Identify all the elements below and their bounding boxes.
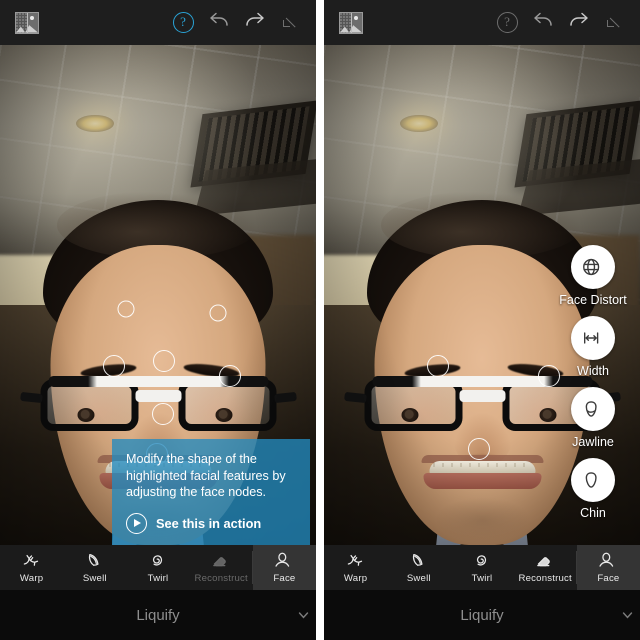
module-bar[interactable]: Liquify (324, 590, 640, 640)
face-control-label-chin: Chin (580, 506, 606, 520)
left-eye-node[interactable] (117, 300, 135, 318)
width-arrows-icon[interactable] (571, 316, 615, 360)
eye-left (77, 408, 94, 422)
tool-label-warp: Warp (19, 573, 44, 584)
warp-icon (345, 551, 367, 571)
left-cheek-node[interactable] (427, 355, 449, 377)
undo-arrow-icon (206, 9, 232, 36)
face-controls-rail: Face Distort Width Jawline Chin (548, 245, 638, 529)
help-button[interactable]: ? (166, 6, 200, 40)
tool-button-swell[interactable]: Swell (387, 545, 450, 590)
tool-button-twirl[interactable]: Twirl (450, 545, 513, 590)
chin-node[interactable] (468, 438, 490, 460)
undo-button[interactable] (526, 6, 560, 40)
globe-grid-icon[interactable] (571, 245, 615, 289)
tool-button-reconstruct[interactable]: Reconstruct (514, 545, 577, 590)
help-circle-icon[interactable]: ? (172, 12, 194, 33)
face-control-chin[interactable]: Chin (548, 458, 638, 520)
mouth (421, 455, 543, 489)
face-person-icon (597, 551, 619, 571)
tool-label-face: Face (273, 573, 296, 584)
mouth-node[interactable] (152, 403, 174, 425)
collapse-diagonal-arrow-icon (607, 15, 623, 31)
right-eye-node[interactable] (209, 304, 227, 322)
tool-button-face[interactable]: Face (252, 545, 316, 590)
warp-icon (21, 551, 43, 571)
tool-button-swell[interactable]: Swell (63, 545, 126, 590)
left-cheek-node[interactable] (103, 355, 125, 377)
redo-button[interactable] (562, 6, 596, 40)
module-title: Liquify (460, 606, 504, 624)
chevron-down-icon[interactable] (297, 609, 310, 627)
twirl-icon (471, 551, 493, 571)
tool-label-twirl: Twirl (147, 573, 169, 584)
tool-button-twirl[interactable]: Twirl (126, 545, 189, 590)
tool-button-face[interactable]: Face (576, 545, 640, 590)
tool-label-twirl: Twirl (471, 573, 493, 584)
see-in-action-button[interactable]: See this in action (126, 512, 296, 534)
play-circle-icon (126, 512, 147, 534)
tool-label-face: Face (597, 573, 620, 584)
see-in-action-label: See this in action (156, 515, 262, 531)
top-toolbar: ? (0, 0, 316, 45)
eraser-icon (534, 551, 556, 571)
coachmark-text: Modify the shape of the highlighted faci… (126, 452, 286, 500)
tool-button-warp[interactable]: Warp (0, 545, 63, 590)
fullscreen-toggle-button[interactable] (598, 6, 632, 40)
jawline-shape-icon[interactable] (571, 387, 615, 431)
tool-strip: Warp Swell Twirl Reconstruct Face (324, 545, 640, 590)
tool-label-swell: Swell (82, 573, 107, 584)
app-root: ? Modify the shape of the highlighted fa… (0, 0, 640, 640)
tool-button-reconstruct[interactable]: Reconstruct (190, 545, 253, 590)
right-cheek-node[interactable] (219, 365, 241, 387)
photo-canvas[interactable]: Face Distort Width Jawline Chin (324, 45, 640, 545)
twirl-icon (147, 551, 169, 571)
chevron-down-icon[interactable] (621, 609, 634, 627)
help-circle-icon[interactable]: ? (496, 12, 518, 33)
chin-area (434, 497, 530, 543)
tool-label-reconstruct: Reconstruct (518, 573, 572, 584)
undo-arrow-icon (530, 9, 556, 36)
fullscreen-toggle-button[interactable] (274, 6, 308, 40)
face-person-icon (273, 551, 295, 571)
swell-icon (84, 551, 106, 571)
coachmark-tooltip: Modify the shape of the highlighted faci… (112, 439, 310, 559)
chin-shape-icon[interactable] (571, 458, 615, 502)
nose-node[interactable] (153, 350, 175, 372)
redo-arrow-icon (242, 9, 268, 36)
face-control-label-jawline: Jawline (572, 435, 614, 449)
compare-image-icon[interactable] (10, 6, 44, 40)
redo-button[interactable] (238, 6, 272, 40)
compare-image-icon[interactable] (334, 6, 368, 40)
eye-left (401, 408, 418, 422)
module-title: Liquify (136, 606, 180, 624)
eraser-icon (210, 551, 232, 571)
redo-arrow-icon (566, 9, 592, 36)
panel-left: ? Modify the shape of the highlighted fa… (0, 0, 316, 640)
collapse-diagonal-arrow-icon (283, 15, 299, 31)
face-control-face-distort[interactable]: Face Distort (548, 245, 638, 307)
tool-button-warp[interactable]: Warp (324, 545, 387, 590)
tool-label-reconstruct: Reconstruct (194, 573, 248, 584)
undo-button[interactable] (202, 6, 236, 40)
tool-strip: Warp Swell Twirl Reconstruct Face (0, 545, 316, 590)
tool-label-swell: Swell (406, 573, 431, 584)
panel-right: ? Face Distort Width Jawline Chin Warp S… (324, 0, 640, 640)
tool-label-warp: Warp (343, 573, 368, 584)
help-button[interactable]: ? (490, 6, 524, 40)
face-control-label-width: Width (577, 364, 609, 378)
face-control-jawline[interactable]: Jawline (548, 387, 638, 449)
eye-right (215, 408, 232, 422)
top-toolbar: ? (324, 0, 640, 45)
face-control-width[interactable]: Width (548, 316, 638, 378)
swell-icon (408, 551, 430, 571)
face-control-label-face-distort: Face Distort (559, 293, 627, 307)
module-bar[interactable]: Liquify (0, 590, 316, 640)
